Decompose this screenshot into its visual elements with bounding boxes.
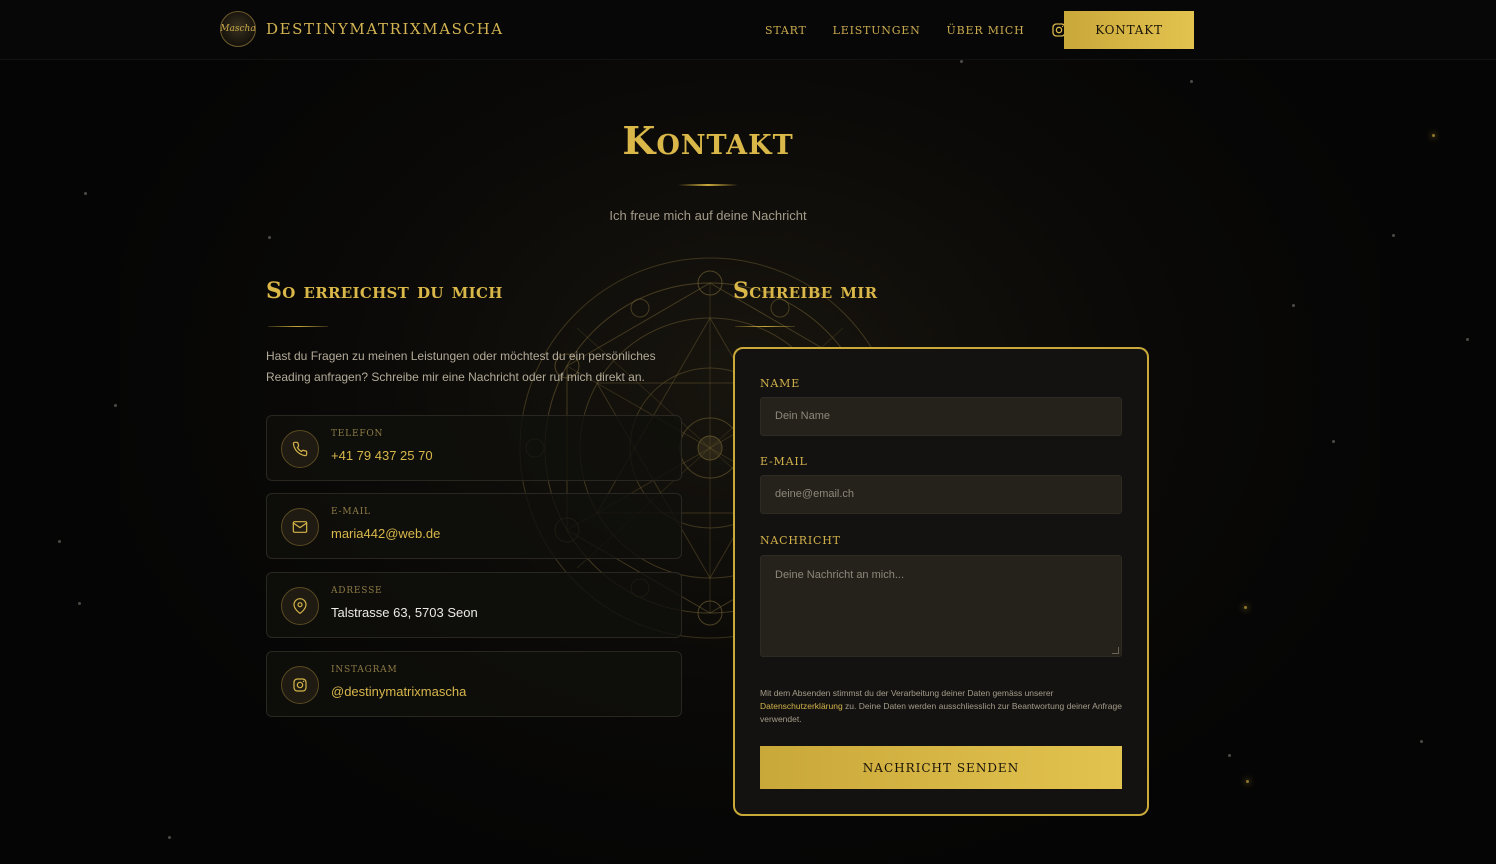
contact-value-address: Talstrasse 63, 5703 Seon xyxy=(331,605,478,620)
contact-card-phone[interactable]: TELEFON +41 79 437 25 70 xyxy=(266,415,682,481)
contact-value-phone[interactable]: +41 79 437 25 70 xyxy=(331,448,433,463)
star-decoration xyxy=(168,836,171,839)
name-input[interactable]: Dein Name xyxy=(760,397,1122,436)
logo-icon: Mascha xyxy=(220,11,256,47)
privacy-policy-link[interactable]: Datenschutzerklärung xyxy=(760,701,843,711)
mail-icon xyxy=(281,508,319,546)
site-header: Mascha DESTINYMATRIXMASCHA START LEISTUN… xyxy=(0,0,1496,60)
star-decoration xyxy=(1292,304,1295,307)
email-label: E-MAIL xyxy=(760,455,808,468)
kontakt-button[interactable]: KONTAKT xyxy=(1064,11,1194,49)
star-decoration xyxy=(84,192,87,195)
send-message-button[interactable]: NACHRICHT SENDEN xyxy=(760,746,1122,789)
privacy-notice: Mit dem Absenden stimmst du der Verarbei… xyxy=(760,687,1122,726)
message-label: NACHRICHT xyxy=(760,534,841,547)
star-decoration xyxy=(1190,80,1193,83)
nav-link-ueber-mich[interactable]: ÜBER MICH xyxy=(947,24,1025,37)
star-decoration xyxy=(1466,338,1469,341)
contact-label-phone: TELEFON xyxy=(331,429,384,439)
contact-heading: So erreichst du mich xyxy=(266,278,503,304)
contact-heading-divider xyxy=(268,326,328,327)
contact-value-email[interactable]: maria442@web.de xyxy=(331,526,440,541)
contact-intro: Hast du Fragen zu meinen Leistungen oder… xyxy=(266,349,656,384)
star-decoration xyxy=(1244,606,1247,609)
brand-name: DESTINYMATRIXMASCHA xyxy=(266,20,504,38)
star-decoration xyxy=(1228,754,1231,757)
contact-card-instagram[interactable]: INSTAGRAM @destinymatrixmascha xyxy=(266,651,682,717)
contact-form: NAME Dein Name E-MAIL deine@email.ch NAC… xyxy=(733,347,1149,816)
title-divider xyxy=(678,184,738,186)
star-decoration xyxy=(1392,234,1395,237)
contact-label-email: E-MAIL xyxy=(331,507,371,517)
nav-link-start[interactable]: START xyxy=(765,24,807,37)
phone-icon xyxy=(281,430,319,468)
contact-card-email[interactable]: E-MAIL maria442@web.de xyxy=(266,493,682,559)
star-decoration xyxy=(1420,740,1423,743)
star-decoration xyxy=(58,540,61,543)
star-decoration xyxy=(78,602,81,605)
logo-text: Mascha xyxy=(220,24,256,34)
logo-link[interactable]: Mascha DESTINYMATRIXMASCHA xyxy=(220,11,504,47)
star-decoration xyxy=(1432,134,1435,137)
instagram-icon xyxy=(281,666,319,704)
nav-link-leistungen[interactable]: LEISTUNGEN xyxy=(833,24,921,37)
map-pin-icon xyxy=(281,587,319,625)
message-textarea[interactable]: Deine Nachricht an mich... xyxy=(760,555,1122,657)
form-heading-divider xyxy=(735,326,795,327)
email-input[interactable]: deine@email.ch xyxy=(760,475,1122,514)
contact-label-instagram: INSTAGRAM xyxy=(331,665,398,675)
star-decoration xyxy=(1246,780,1249,783)
contact-label-address: ADRESSE xyxy=(331,586,383,596)
main-nav: START LEISTUNGEN ÜBER MICH xyxy=(765,0,1091,60)
contact-value-instagram[interactable]: @destinymatrixmascha xyxy=(331,684,466,699)
star-decoration xyxy=(960,60,963,63)
page-title: Kontakt xyxy=(622,118,794,163)
privacy-text-before: Mit dem Absenden stimmst du der Verarbei… xyxy=(760,688,1054,698)
star-decoration xyxy=(1332,440,1335,443)
star-decoration xyxy=(268,236,271,239)
form-heading: Schreibe mir xyxy=(733,278,878,304)
resize-handle[interactable] xyxy=(1112,647,1119,654)
name-label: NAME xyxy=(760,377,801,390)
page-subtitle: Ich freue mich auf deine Nachricht xyxy=(609,208,807,223)
star-decoration xyxy=(114,404,117,407)
contact-card-address: ADRESSE Talstrasse 63, 5703 Seon xyxy=(266,572,682,638)
message-placeholder: Deine Nachricht an mich... xyxy=(775,569,904,581)
